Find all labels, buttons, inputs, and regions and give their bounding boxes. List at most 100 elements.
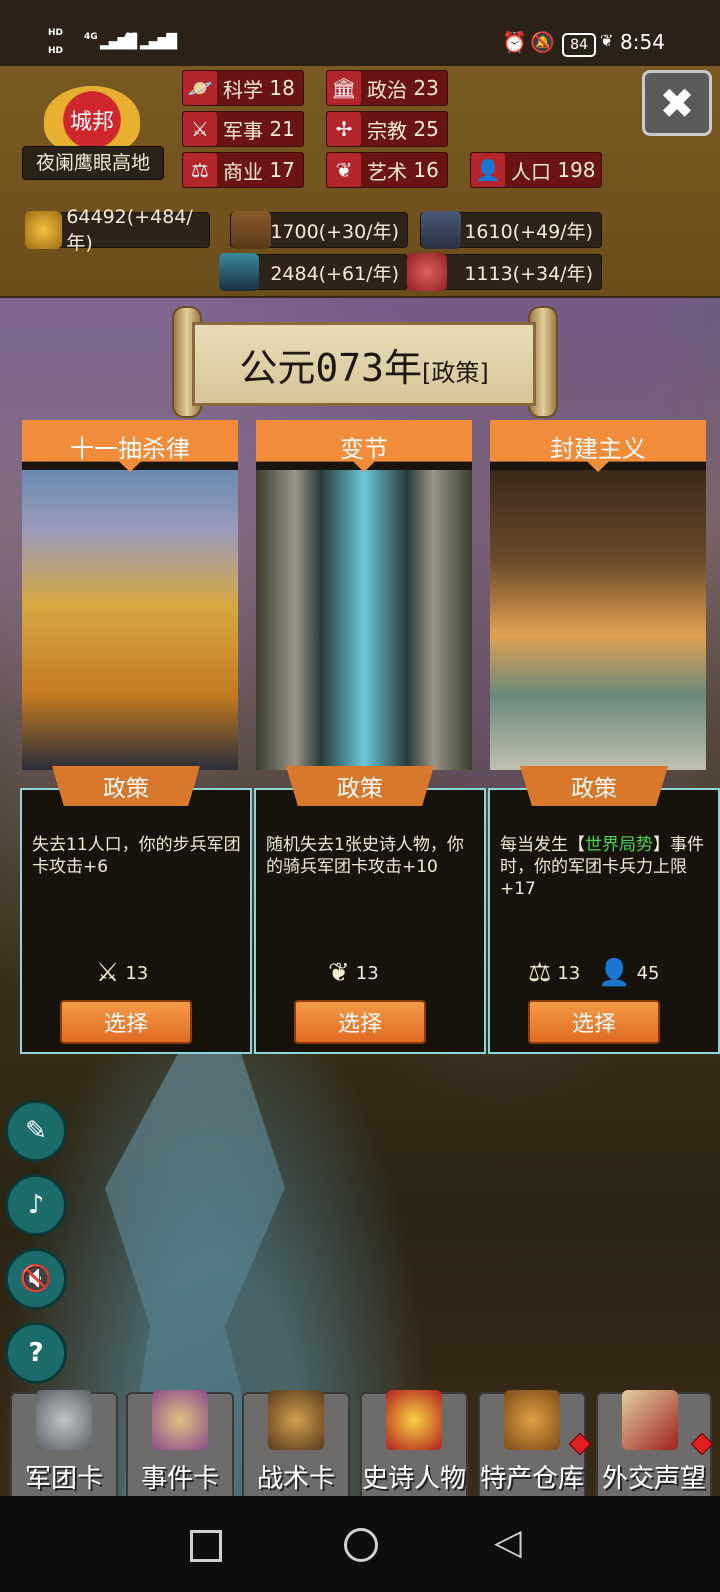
home-button[interactable] [344,1528,378,1562]
signal-bars-icon-2: ▂▄▆█ [140,34,177,50]
policy-desc-2: 政策 随机失去1张史诗人物，你的骑兵军团卡攻击+10 ❦ 13 选择 [254,766,486,1054]
resource-wood-text: 1700(+30/年) [270,220,399,243]
stat-commerce: ⚖ 商业 17 [182,152,304,188]
tab-event-cards[interactable]: 事件卡 [126,1390,234,1502]
cost-2-value: 13 [355,962,379,984]
shield-icon [268,1390,324,1450]
resource-gold: 64492(+484/年) [25,206,210,254]
iron-icon [219,253,259,291]
desc-text-3-hl: 世界局势 [585,835,653,855]
stat-politics-value: 23 [413,76,439,100]
cost-1-value: 13 [125,962,149,984]
helmet-icon [36,1390,92,1450]
tab-specialty-warehouse[interactable]: 特产仓库 [478,1390,592,1502]
card-art-3 [490,470,706,770]
navigation-bar: ◁ [0,1496,720,1592]
stat-religion-value: 25 [413,117,439,141]
leaf-icon: ❦ [600,31,614,50]
cost-3a-value: 13 [557,962,581,984]
mute-icon: 🔕 [530,30,555,54]
stat-military: ⚔ 军事 21 [182,111,304,147]
desc-text-2-pre: 随机失去1张史诗人物，你的骑兵军团卡攻击+10 [266,835,464,877]
envelope-icon [622,1390,678,1450]
politics-icon: 🏛 [327,71,361,105]
desc-text-3-pre: 每当发生【 [500,835,585,855]
policy-desc-text-3: 每当发生【世界局势】事件时，你的军团卡兵力上限+17 [500,834,712,900]
stat-science-label: 科学 [223,77,263,102]
back-button[interactable]: ◁ [494,1522,522,1563]
card-title-1: 十一抽杀律 [22,420,238,472]
close-button[interactable]: ✖ [642,70,712,136]
cost-3b-value: 45 [636,962,660,984]
help-button[interactable]: ? [5,1322,67,1384]
resource-meat: 1113(+34/年) [407,253,602,291]
cost-1: ⚔ 13 [96,958,148,988]
stat-commerce-value: 17 [269,158,295,182]
population-icon: 👤 [598,958,631,988]
tab-label-1: 军团卡 [24,1464,103,1494]
stat-military-value: 21 [269,117,295,141]
battery-icon: 84 [562,33,596,57]
card-art-2 [256,470,472,770]
stat-art-label: 艺术 [367,159,407,184]
alarm-icon: ⏰ [502,30,527,54]
stat-science-value: 18 [269,76,295,100]
scroll-icon [152,1390,208,1450]
policy-tag-2: 政策 [286,766,434,806]
stat-population-value: 198 [557,158,596,182]
policy-card-1[interactable]: 十一抽杀律 [22,420,238,770]
policy-desc-3: 政策 每当发生【世界局势】事件时，你的军团卡兵力上限+17 ⚖ 13 👤 45 … [488,766,720,1054]
select-button-2[interactable]: 选择 [294,1000,426,1044]
stat-population-label: 人口 [511,159,551,184]
commerce-icon: ⚖ [528,958,552,988]
chest-icon [504,1390,560,1450]
tab-epic-characters[interactable]: 史诗人物 [360,1390,468,1502]
resource-gold-text: 64492(+484/年) [66,205,193,254]
stat-commerce-label: 商业 [223,159,263,184]
tab-label-4: 史诗人物 [361,1464,466,1494]
wood-icon [231,211,271,249]
stat-politics: 🏛 政治 23 [326,70,448,106]
cost-2: ❦ 13 [328,958,379,988]
header-panel: 城邦 夜阑鹰眼高地 🪐 科学 18 🏛 政治 23 ⚔ 军事 21 ✢ 宗教 2… [0,66,720,298]
stat-religion: ✢ 宗教 25 [326,111,448,147]
stat-population: 👤 人口 198 [470,152,602,188]
select-button-1[interactable]: 选择 [60,1000,192,1044]
meat-icon [407,253,447,291]
tab-legion-cards[interactable]: 军团卡 [10,1390,118,1502]
religion-icon: ✢ [327,112,361,146]
quest-button[interactable]: ✎ [5,1100,67,1162]
select-button-3[interactable]: 选择 [528,1000,660,1044]
policy-card-2[interactable]: 变节 [256,420,472,770]
stat-politics-label: 政治 [367,77,407,102]
music-toggle-button[interactable]: ♪ [5,1174,67,1236]
art-icon: ❦ [328,958,350,988]
tab-tactic-cards[interactable]: 战术卡 [242,1390,350,1502]
stone-icon [421,211,461,249]
tab-label-5: 特产仓库 [479,1464,584,1494]
hd1-label: HD [48,28,64,38]
science-icon: 🪐 [183,71,217,105]
policy-card-3[interactable]: 封建主义 [490,420,706,770]
city-name: 夜阑鹰眼高地 [22,146,164,180]
art-icon: ❦ [327,153,361,187]
resource-iron: 2484(+61/年) [219,253,408,291]
music-off-icon: ♪ [27,1190,45,1220]
tab-diplomatic-prestige[interactable]: 外交声望 [596,1390,714,1502]
notification-badge [690,1432,714,1456]
population-icon: 👤 [471,153,505,187]
sound-toggle-button[interactable]: 🔇 [5,1248,67,1310]
hd2-label: HD [48,46,64,56]
stat-art: ❦ 艺术 16 [326,152,448,188]
close-icon: ✖ [659,78,695,128]
crown-icon [386,1390,442,1450]
resource-meat-text: 1113(+34/年) [464,262,593,285]
policy-tag-1: 政策 [52,766,200,806]
gold-icon [25,211,63,249]
resource-stone: 1610(+49/年) [420,211,602,249]
recent-apps-button[interactable] [190,1530,222,1562]
signal1-label: 4G [84,32,98,42]
mode-label: [政策] [421,358,489,387]
stat-religion-label: 宗教 [367,118,407,143]
policy-desc-text-2: 随机失去1张史诗人物，你的骑兵军团卡攻击+10 [266,834,478,878]
